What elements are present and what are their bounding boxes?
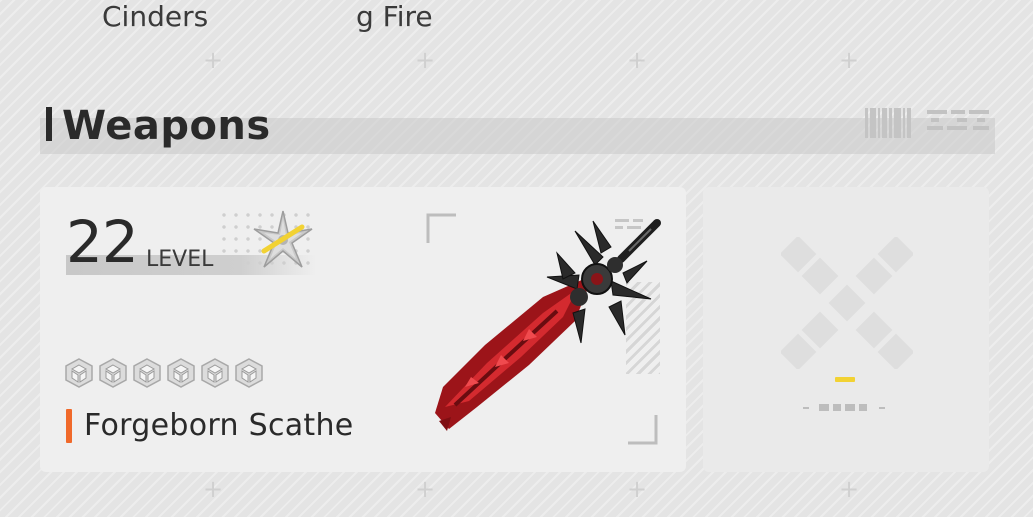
weapon-card[interactable]: 22 LEVEL Forgeborn Scathe (40, 187, 686, 472)
background-plus-mark: + (839, 475, 860, 503)
shuriken-rank-icon (252, 209, 314, 271)
top-row-item-label[interactable]: Cinders (102, 0, 208, 33)
empty-weapon-slot[interactable] (703, 187, 989, 472)
background-plus-mark: + (627, 46, 648, 74)
star-icon (201, 358, 229, 388)
star-icon (167, 358, 195, 388)
weapon-level-label: LEVEL (146, 247, 214, 272)
star-icon (65, 358, 93, 388)
weapon-name: Forgeborn Scathe (84, 408, 354, 443)
weapon-name-accent (66, 409, 72, 443)
background-plus-mark: + (203, 475, 224, 503)
weapons-section-header: Weapons (40, 100, 995, 154)
background-plus-mark: + (415, 475, 436, 503)
empty-slot-dash (835, 377, 855, 382)
barcode-decoration (865, 108, 921, 138)
star-rating (64, 357, 264, 389)
background-plus-mark: + (203, 46, 224, 74)
background-plus-mark: + (627, 475, 648, 503)
star-icon (133, 358, 161, 388)
weapon-level-value: 22 (66, 208, 139, 276)
top-row-item-label[interactable]: g Fire (356, 0, 433, 33)
section-accent-bar (46, 107, 52, 141)
star-icon (235, 358, 263, 388)
background-plus-mark: + (839, 46, 860, 74)
red-greatsword-icon (435, 219, 661, 431)
empty-slot-x-icon (781, 237, 913, 369)
top-label-fragment (880, 0, 910, 4)
star-icon (99, 358, 127, 388)
background-plus-mark: + (415, 46, 436, 74)
glyph-decoration (927, 110, 993, 138)
empty-slot-glyphs (803, 404, 885, 411)
section-title: Weapons (62, 103, 271, 149)
